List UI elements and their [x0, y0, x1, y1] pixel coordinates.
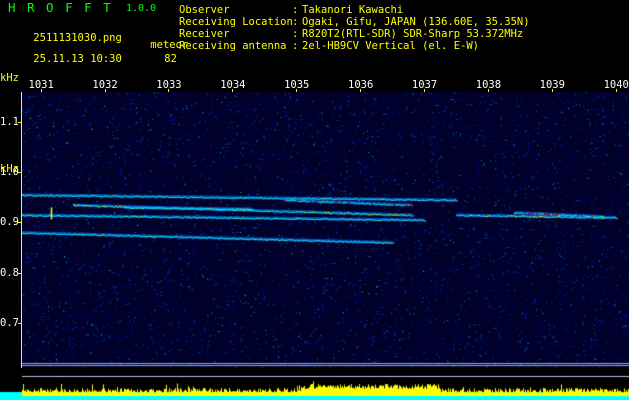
info-key-2: Receiver	[179, 28, 230, 40]
signal-level-bar	[0, 368, 629, 400]
hrofft-window: HROFFT 1.0.0 2511131030.png 25.11.13 10:…	[0, 0, 629, 400]
y-tick-label: 0.8	[0, 266, 19, 279]
info-value-2: R820T2(RTL-SDR) SDR-Sharp 53.372MHz	[302, 28, 524, 40]
info-key-1: Receiving Location	[179, 16, 293, 28]
info-separator-0: :	[292, 4, 299, 16]
y-tick-label: 1.0	[0, 166, 19, 179]
info-value-3: 2el-HB9CV Vertical (el. E-W)	[302, 40, 480, 52]
app-version: 1.0.0	[126, 3, 157, 14]
meteor-count-value: 82	[164, 53, 177, 65]
info-key-0: Observer	[179, 4, 230, 16]
y-tick-label: 0.7	[0, 316, 19, 329]
spectrogram-plot	[22, 92, 629, 378]
app-logo: HROFFT	[8, 1, 122, 15]
info-separator-3: :	[292, 40, 299, 52]
y-tick-label: 1.1	[0, 116, 19, 129]
info-separator-2: :	[292, 28, 299, 40]
info-key-3: Receiving antenna	[179, 40, 287, 52]
info-value-1: Ogaki, Gifu, JAPAN (136.60E, 35.35N)	[302, 16, 530, 28]
logo-text: HROFFT	[8, 0, 123, 15]
file-datetime: 25.11.13 10:30	[33, 53, 122, 65]
y-tick-label: 0.9	[0, 216, 19, 229]
info-separator-1: :	[292, 16, 299, 28]
info-value-0: Takanori Kawachi	[302, 4, 404, 16]
